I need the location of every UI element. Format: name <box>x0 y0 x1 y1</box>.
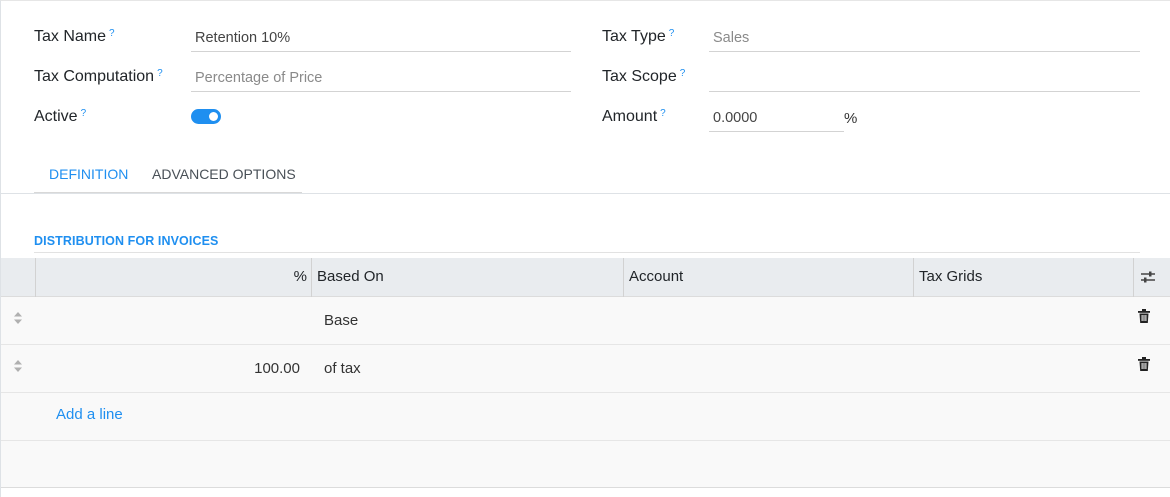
help-icon[interactable]: ? <box>81 108 87 119</box>
optional-columns-icon[interactable] <box>1140 270 1156 284</box>
tax-type-label: Tax Type? <box>602 28 675 45</box>
column-header-account[interactable]: Account <box>629 258 683 297</box>
drag-handle-icon[interactable] <box>13 359 23 373</box>
notebook-tabs: Definition Advanced Options <box>34 153 302 193</box>
cell-percent[interactable]: 100.00 <box>36 345 300 392</box>
column-separator <box>311 258 312 297</box>
column-header-percent[interactable]: % <box>36 258 307 297</box>
help-icon[interactable]: ? <box>157 68 163 79</box>
cell-percent[interactable] <box>36 297 300 344</box>
help-icon[interactable]: ? <box>109 28 115 39</box>
toggle-knob <box>209 112 218 121</box>
amount-suffix: % <box>844 110 858 127</box>
column-header-tax-grids[interactable]: Tax Grids <box>919 258 982 297</box>
tax-scope-label: Tax Scope? <box>602 68 686 85</box>
column-separator <box>1133 258 1134 297</box>
help-icon[interactable]: ? <box>660 108 666 119</box>
trash-icon[interactable] <box>1138 309 1150 323</box>
cell-based-on[interactable]: of tax <box>324 345 361 392</box>
tax-computation-select[interactable]: Percentage of Price <box>191 66 571 92</box>
tax-name-field[interactable]: Retention 10% <box>191 26 571 52</box>
table-header: % Based On Account Tax Grids <box>1 258 1170 297</box>
tax-computation-label: Tax Computation? <box>34 68 163 85</box>
table-row[interactable]: 100.00 of tax <box>1 345 1170 393</box>
tax-form: Tax Name? Retention 10% Tax Computation?… <box>0 0 1170 497</box>
help-icon[interactable]: ? <box>669 28 675 39</box>
active-toggle[interactable] <box>191 109 221 124</box>
amount-label: Amount? <box>602 108 666 125</box>
active-label: Active? <box>34 108 87 125</box>
help-icon[interactable]: ? <box>680 68 686 79</box>
cell-based-on[interactable]: Base <box>324 297 358 344</box>
table-row[interactable]: Base <box>1 297 1170 345</box>
tabs-divider <box>1 193 1170 194</box>
add-line-link[interactable]: Add a line <box>56 406 123 423</box>
tax-name-label: Tax Name? <box>34 28 115 45</box>
tax-scope-select[interactable] <box>709 66 1140 92</box>
tab-advanced-options[interactable]: Advanced Options <box>152 166 296 182</box>
section-divider <box>34 252 1140 253</box>
table-bottom-border <box>1 487 1170 488</box>
amount-field[interactable]: 0.0000 <box>709 106 844 132</box>
drag-handle-icon[interactable] <box>13 311 23 325</box>
tax-type-select[interactable]: Sales <box>709 26 1140 52</box>
tab-definition[interactable]: Definition <box>49 166 128 182</box>
section-title: DISTRIBUTION FOR INVOICES <box>34 234 219 248</box>
column-header-based-on[interactable]: Based On <box>317 258 384 297</box>
column-separator <box>913 258 914 297</box>
empty-row <box>1 441 1170 487</box>
add-line-row: Add a line <box>1 393 1170 441</box>
trash-icon[interactable] <box>1138 357 1150 371</box>
column-separator <box>623 258 624 297</box>
